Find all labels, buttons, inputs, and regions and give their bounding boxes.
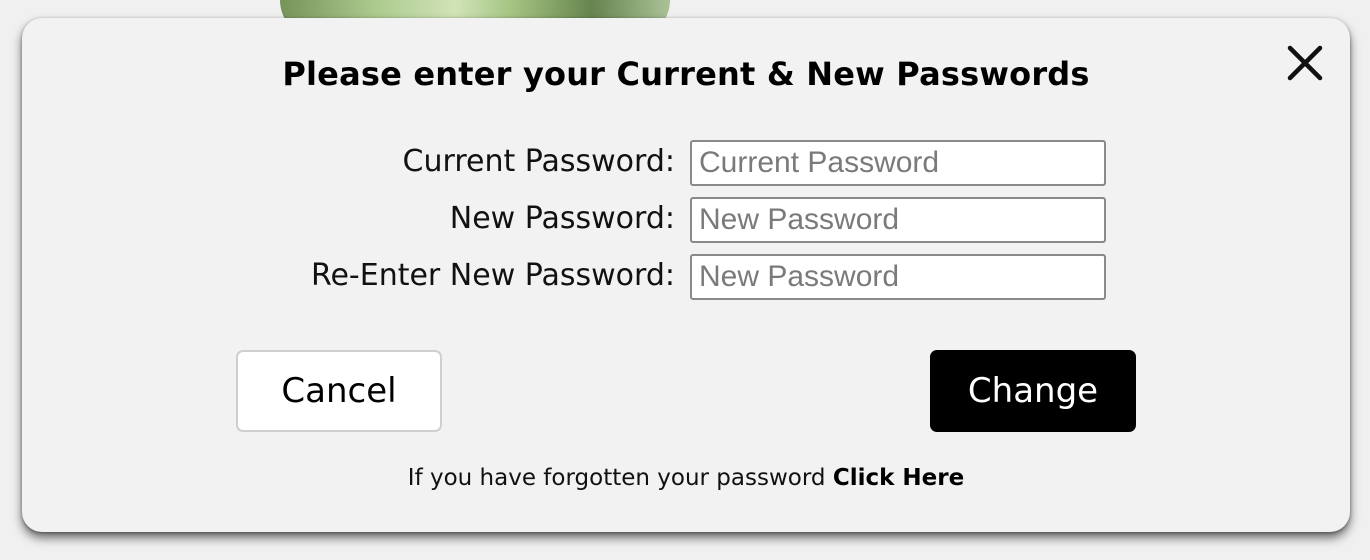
forgot-password-text: If you have forgotten your password xyxy=(407,465,826,491)
dialog-title: Please enter your Current & New Password… xyxy=(282,55,1090,93)
forgot-password-message: If you have forgotten your password Clic… xyxy=(22,465,1350,491)
new-password-input[interactable] xyxy=(690,197,1106,243)
new-password-row: New Password: xyxy=(22,197,1350,245)
cancel-button[interactable]: Cancel xyxy=(236,350,442,432)
new-password-label: New Password: xyxy=(449,201,675,236)
confirm-password-input[interactable] xyxy=(690,254,1106,300)
current-password-input[interactable] xyxy=(690,140,1106,186)
confirm-password-label: Re-Enter New Password: xyxy=(310,258,675,293)
current-password-label: Current Password: xyxy=(402,144,675,179)
current-password-row: Current Password: xyxy=(22,140,1350,188)
change-password-dialog: Please enter your Current & New Password… xyxy=(22,18,1350,532)
forgot-password-link[interactable]: Click Here xyxy=(833,465,964,491)
confirm-password-row: Re-Enter New Password: xyxy=(22,254,1350,302)
change-button[interactable]: Change xyxy=(930,350,1136,432)
